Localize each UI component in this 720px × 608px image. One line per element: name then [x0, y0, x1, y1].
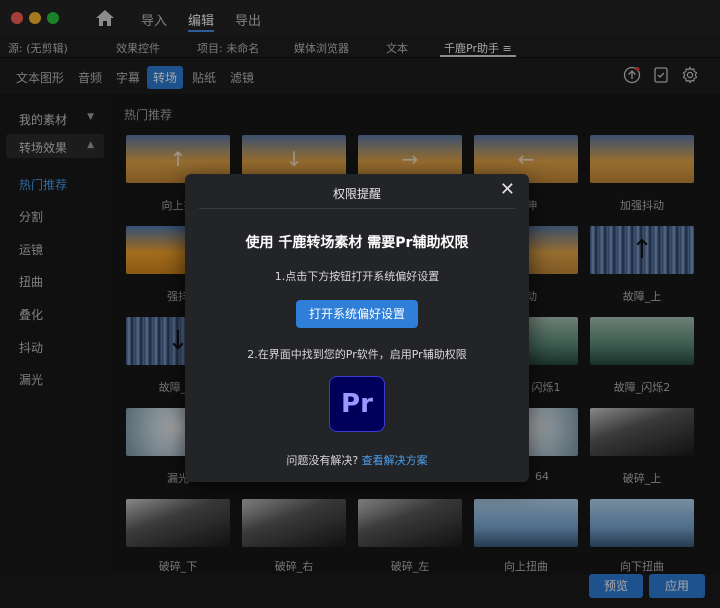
dialog-heading: 使用 千鹿转场素材 需要Pr辅助权限 — [245, 235, 469, 251]
open-system-preferences-button[interactable]: 打开系统偏好设置 — [296, 300, 418, 328]
dialog-step-2: 2.在界面中找到您的Pr软件，启用Pr辅助权限 — [247, 348, 467, 361]
help-text: 问题没有解决? — [286, 454, 359, 467]
permission-dialog: 权限提醒 ✕ 使用 千鹿转场素材 需要Pr辅助权限 1.点击下方按钮打开系统偏好… — [185, 174, 529, 482]
dialog-title: 权限提醒 — [332, 187, 381, 201]
view-solution-link[interactable]: 查看解决方案 — [362, 454, 428, 467]
dialog-help: 问题没有解决? 查看解决方案 — [185, 452, 529, 468]
dialog-divider — [199, 208, 515, 209]
close-icon[interactable]: ✕ — [500, 181, 515, 199]
premiere-pro-logo: Pr — [329, 376, 385, 432]
dialog-step-1: 1.点击下方按钮打开系统偏好设置 — [274, 270, 440, 283]
